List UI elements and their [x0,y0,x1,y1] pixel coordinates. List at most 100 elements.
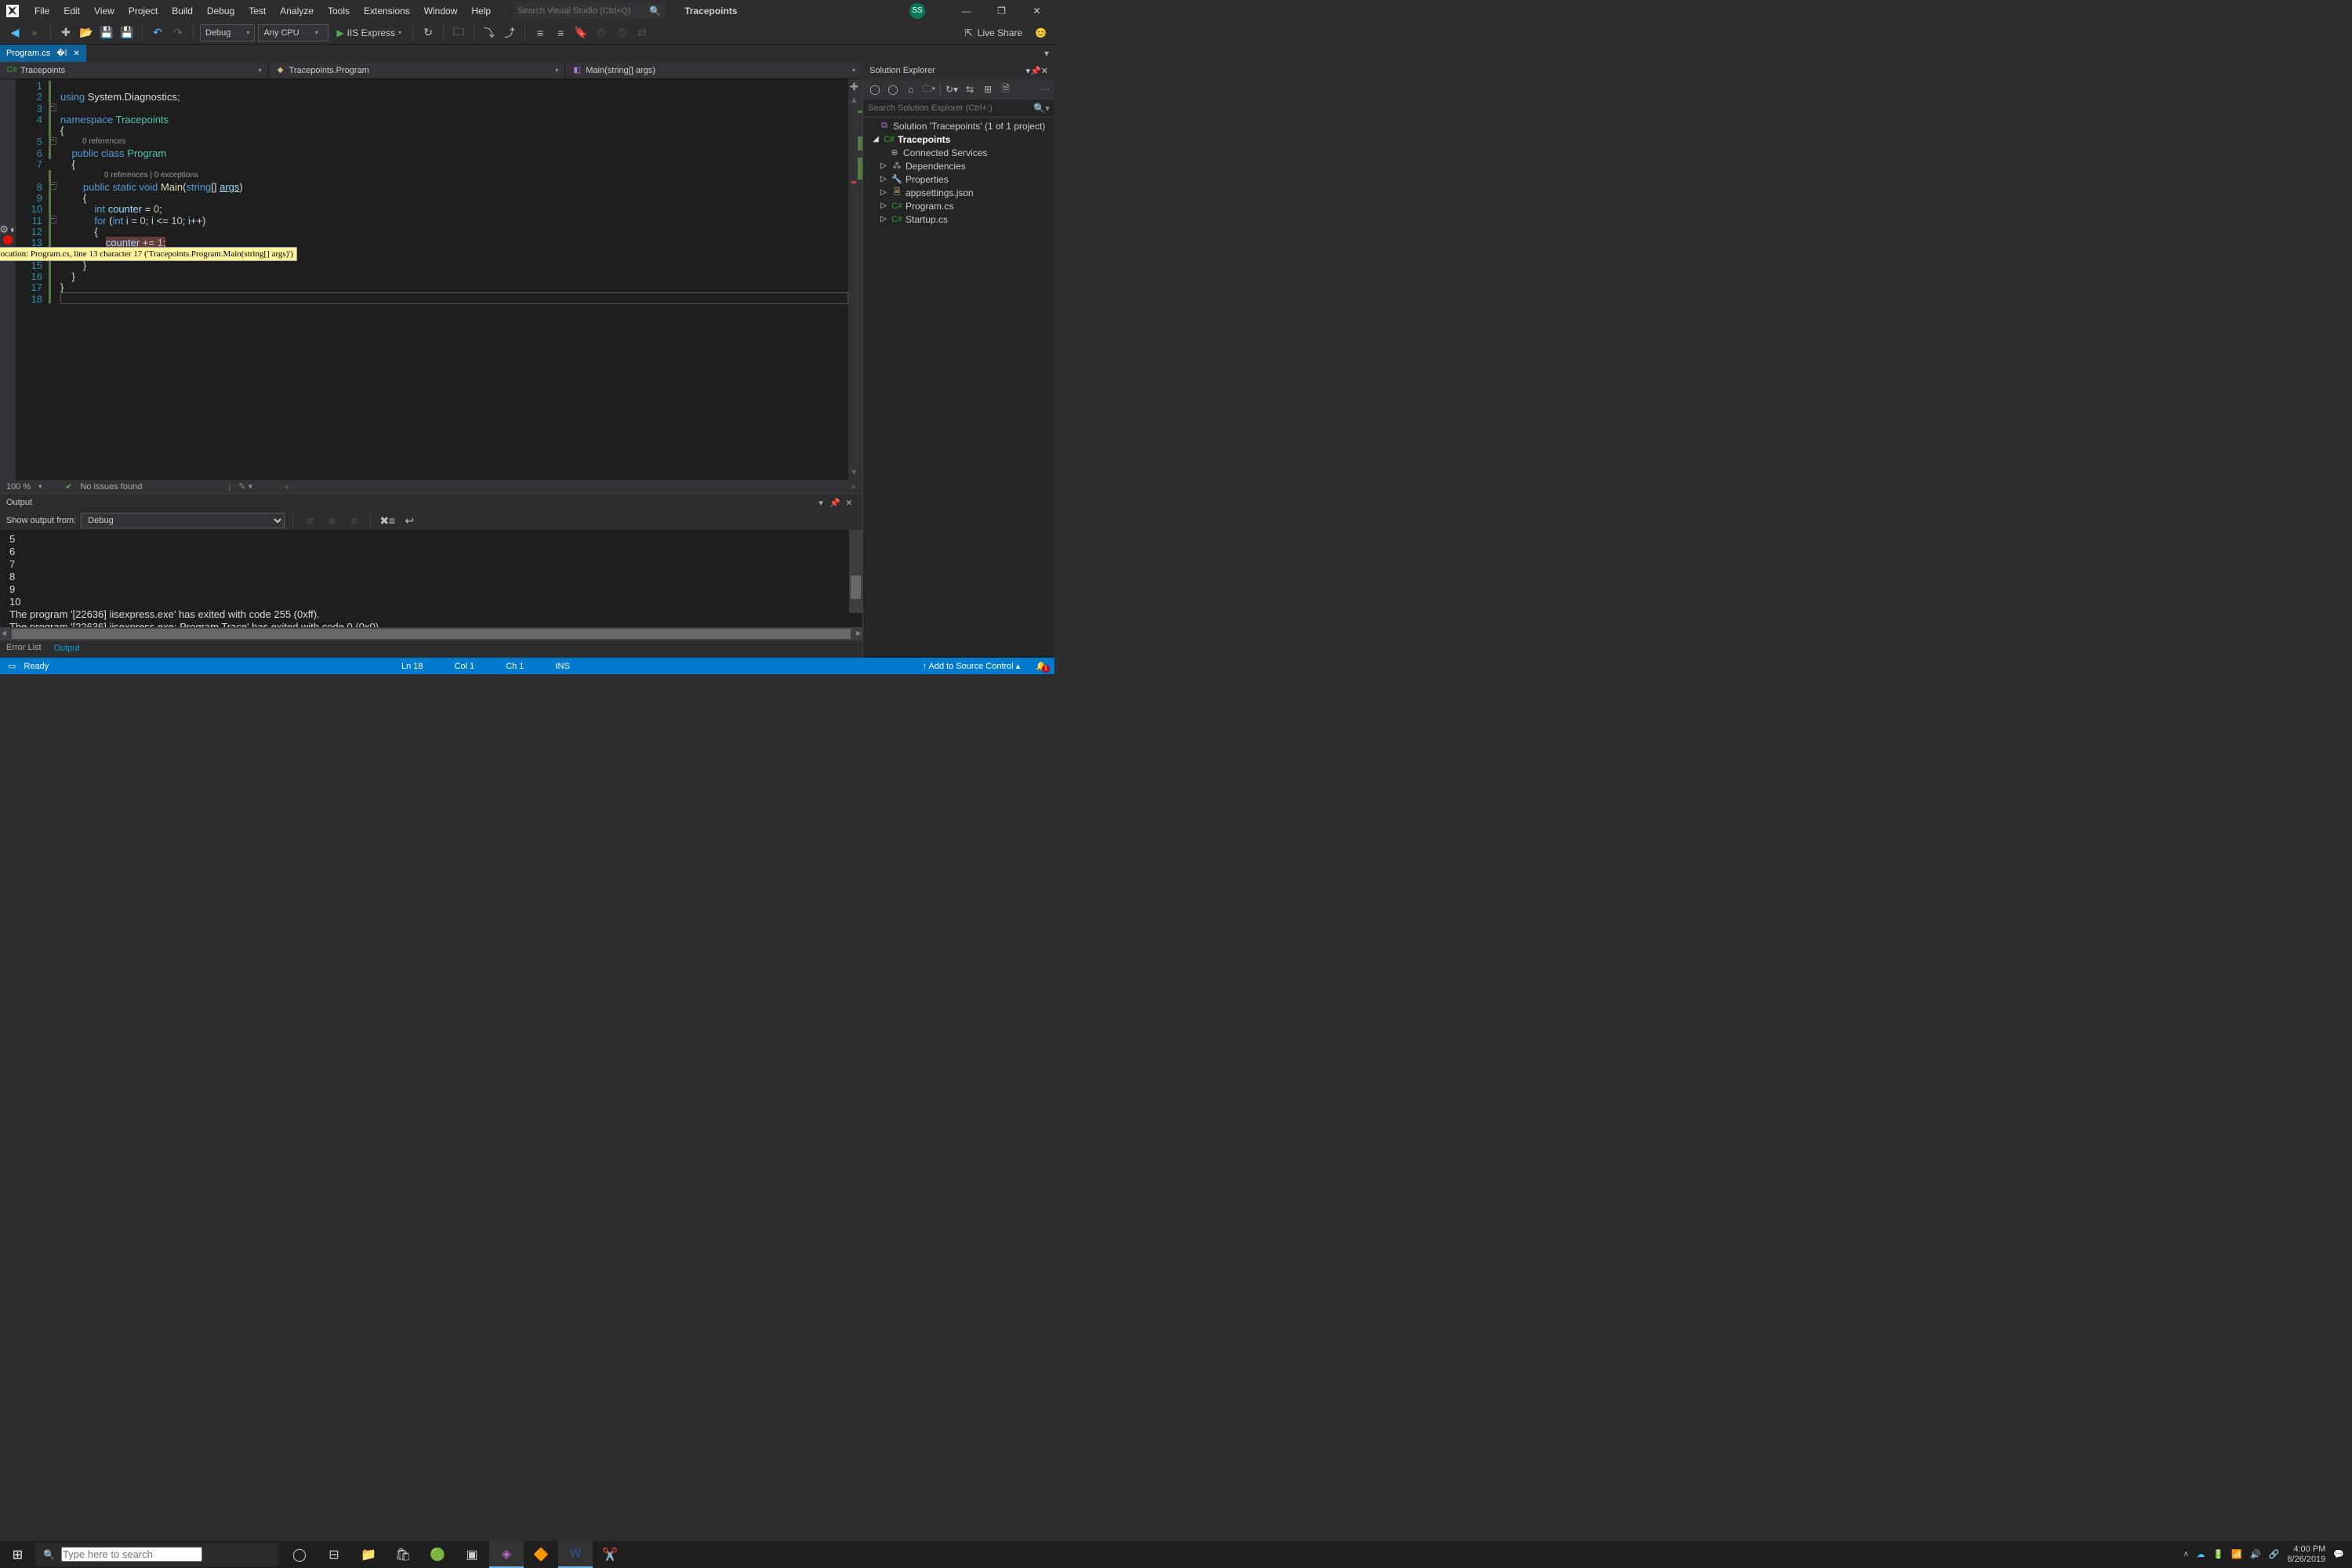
fold-toggle-icon[interactable]: − [49,137,56,145]
pin-icon[interactable]: �î [56,49,67,58]
home-icon[interactable]: ⌂ [904,82,918,96]
menu-edit[interactable]: Edit [57,2,86,20]
redo-icon[interactable]: ↷ [169,24,187,42]
refresh-icon[interactable]: ↻ [419,24,437,42]
panel-pin-icon[interactable]: 📌 [828,498,842,508]
menu-debug[interactable]: Debug [201,2,241,20]
fwd-icon[interactable]: ◯ [886,82,900,96]
battery-icon[interactable]: 🔋 [2213,1549,2224,1559]
menu-extensions[interactable]: Extensions [358,2,416,20]
breakpoint-gutter[interactable]: ⚙ ◐ [0,79,16,480]
menu-tools[interactable]: Tools [321,2,356,20]
start-debug-button[interactable]: ▶IIS Express▾ [332,27,406,38]
browse-icon[interactable]: 🗀 [450,24,467,42]
status-ch[interactable]: Ch 1 [506,662,524,671]
menu-file[interactable]: File [28,2,56,20]
wifi-icon[interactable]: 📶 [2231,1549,2242,1559]
indent-more-icon[interactable]: ≡ [323,512,340,529]
expand-icon[interactable]: ▷ [879,175,888,183]
outdent-icon[interactable]: ≡ [532,24,549,42]
gear-icon[interactable]: ⚙ [0,223,9,236]
indent-less-icon[interactable]: ≡ [301,512,318,529]
code-editor[interactable]: ⚙ ◐ 123456789101112131415161718 − − − − … [0,79,862,480]
menu-test[interactable]: Test [242,2,272,20]
visual-studio-icon[interactable]: ◈ [489,1541,524,1568]
live-share-button[interactable]: ⇱ Live Share 😊 [965,27,1047,38]
comment-icon[interactable]: ⎙ [593,24,610,42]
show-all-icon[interactable]: ⊞ [981,82,995,96]
fold-toggle-icon[interactable]: − [49,103,56,111]
expand-icon[interactable]: ▷ [879,201,888,210]
feedback-icon[interactable]: 😊 [1035,27,1047,38]
nav-back-icon[interactable]: ◀ [6,24,24,42]
menu-window[interactable]: Window [418,2,464,20]
store-icon[interactable]: 🛍 [386,1541,420,1568]
tree-item[interactable]: ▷⁂Dependencies [863,159,1054,172]
overview-ruler[interactable]: ✚ ▴ ▾ [848,79,862,480]
expand-icon[interactable]: ▷ [879,162,888,170]
output-text[interactable]: 5 6 7 8 9 10 The program '[22636] iisexp… [0,530,862,627]
tree-item[interactable]: ▷C#Startup.cs [863,212,1054,226]
task-view-icon[interactable]: ⊟ [317,1541,351,1568]
codelens-refs-main[interactable]: 0 references | 0 exceptions [60,170,848,181]
word-icon[interactable]: W [558,1541,593,1568]
breakpoint-icon[interactable] [3,235,13,245]
bookmark-icon[interactable]: 🔖 [572,24,590,42]
code-text[interactable]: using System.Diagnostics; namespace Trac… [60,79,848,480]
output-vscrollbar[interactable] [849,530,862,613]
source-control-button[interactable]: ↑ Add to Source Control ▴ [923,661,1021,671]
split-icon[interactable]: ✚ [850,81,858,93]
toggle-wrap-icon[interactable]: ↩ [401,512,418,529]
scroll-down-icon[interactable]: ▾ [851,466,857,478]
tab-program-cs[interactable]: Program.cs �î ✕ [0,45,86,62]
nav-member-dropdown[interactable]: ◧ Main(string[] args) [565,64,862,78]
save-icon[interactable]: 💾 [98,24,115,42]
volume-icon[interactable]: 🔊 [2250,1549,2261,1559]
fold-column[interactable]: − − − − [49,79,60,480]
start-button[interactable]: ⊞ [0,1541,35,1568]
onedrive-icon[interactable]: ☁ [2197,1549,2205,1559]
tab-overflow-icon[interactable]: ▾ [1039,45,1054,62]
panel-dropdown-icon[interactable]: ▾ [814,498,828,508]
solution-tree[interactable]: ⧉ Solution 'Tracepoints' (1 of 1 project… [863,118,1054,658]
tab-output[interactable]: Output [48,641,86,658]
terminal-icon[interactable]: ▣ [455,1541,489,1568]
solution-search-input[interactable] [868,103,1033,113]
windows-search-input[interactable] [61,1547,202,1562]
indent-icon[interactable]: ≡ [552,24,569,42]
quick-launch-input[interactable] [517,6,649,16]
nav-fwd-icon[interactable]: ▸ [27,24,44,42]
menu-view[interactable]: View [88,2,121,20]
issues-label[interactable]: No issues found [80,482,142,492]
explorer-icon[interactable]: 📁 [351,1541,386,1568]
menu-build[interactable]: Build [165,2,199,20]
maximize-button[interactable]: ❐ [984,0,1019,21]
output-hscrollbar[interactable]: ◂ ▸ [0,627,862,641]
notifications-icon[interactable]: 🔔 [1036,661,1047,671]
quick-launch-search[interactable]: 🔍 [513,2,666,20]
menu-analyze[interactable]: Analyze [274,2,320,20]
clock[interactable]: 4:00 PM8/26/2019 [2287,1544,2325,1565]
close-button[interactable]: ✕ [1019,0,1054,21]
minimize-button[interactable]: ― [949,0,984,21]
output-panel-header[interactable]: Output ▾ 📌 ✕ [0,494,862,511]
tray-chevron-icon[interactable]: ˄ [2183,1550,2188,1559]
tree-item[interactable]: ▷C#Program.cs [863,199,1054,212]
expand-icon[interactable]: ◢ [871,135,880,143]
step-into-icon[interactable]: ⤵ [481,24,498,42]
nav-scope-dropdown[interactable]: C# Tracepoints [0,64,269,78]
scroll-up-icon[interactable]: ▴ [851,93,857,106]
collapse-icon[interactable]: ⇆ [963,82,977,96]
menu-project[interactable]: Project [122,2,164,20]
tree-item[interactable]: ▷🔧Properties [863,172,1054,186]
zoom-dropdown[interactable]: 100 % [6,482,31,492]
ruler-toggle-icon[interactable]: ✎ ▾ [238,481,252,492]
codelens-refs[interactable]: 0 references [60,136,848,147]
undo-icon[interactable]: ↶ [149,24,166,42]
solution-explorer-header[interactable]: Solution Explorer ▾ 📌 ✕ [863,62,1054,79]
fold-toggle-icon[interactable]: − [49,182,56,190]
panel-close-icon[interactable]: ✕ [1041,66,1048,76]
menu-help[interactable]: Help [465,2,497,20]
tree-solution-node[interactable]: ⧉ Solution 'Tracepoints' (1 of 1 project… [863,119,1054,132]
scroll-right-icon[interactable]: ▸ [851,481,856,492]
